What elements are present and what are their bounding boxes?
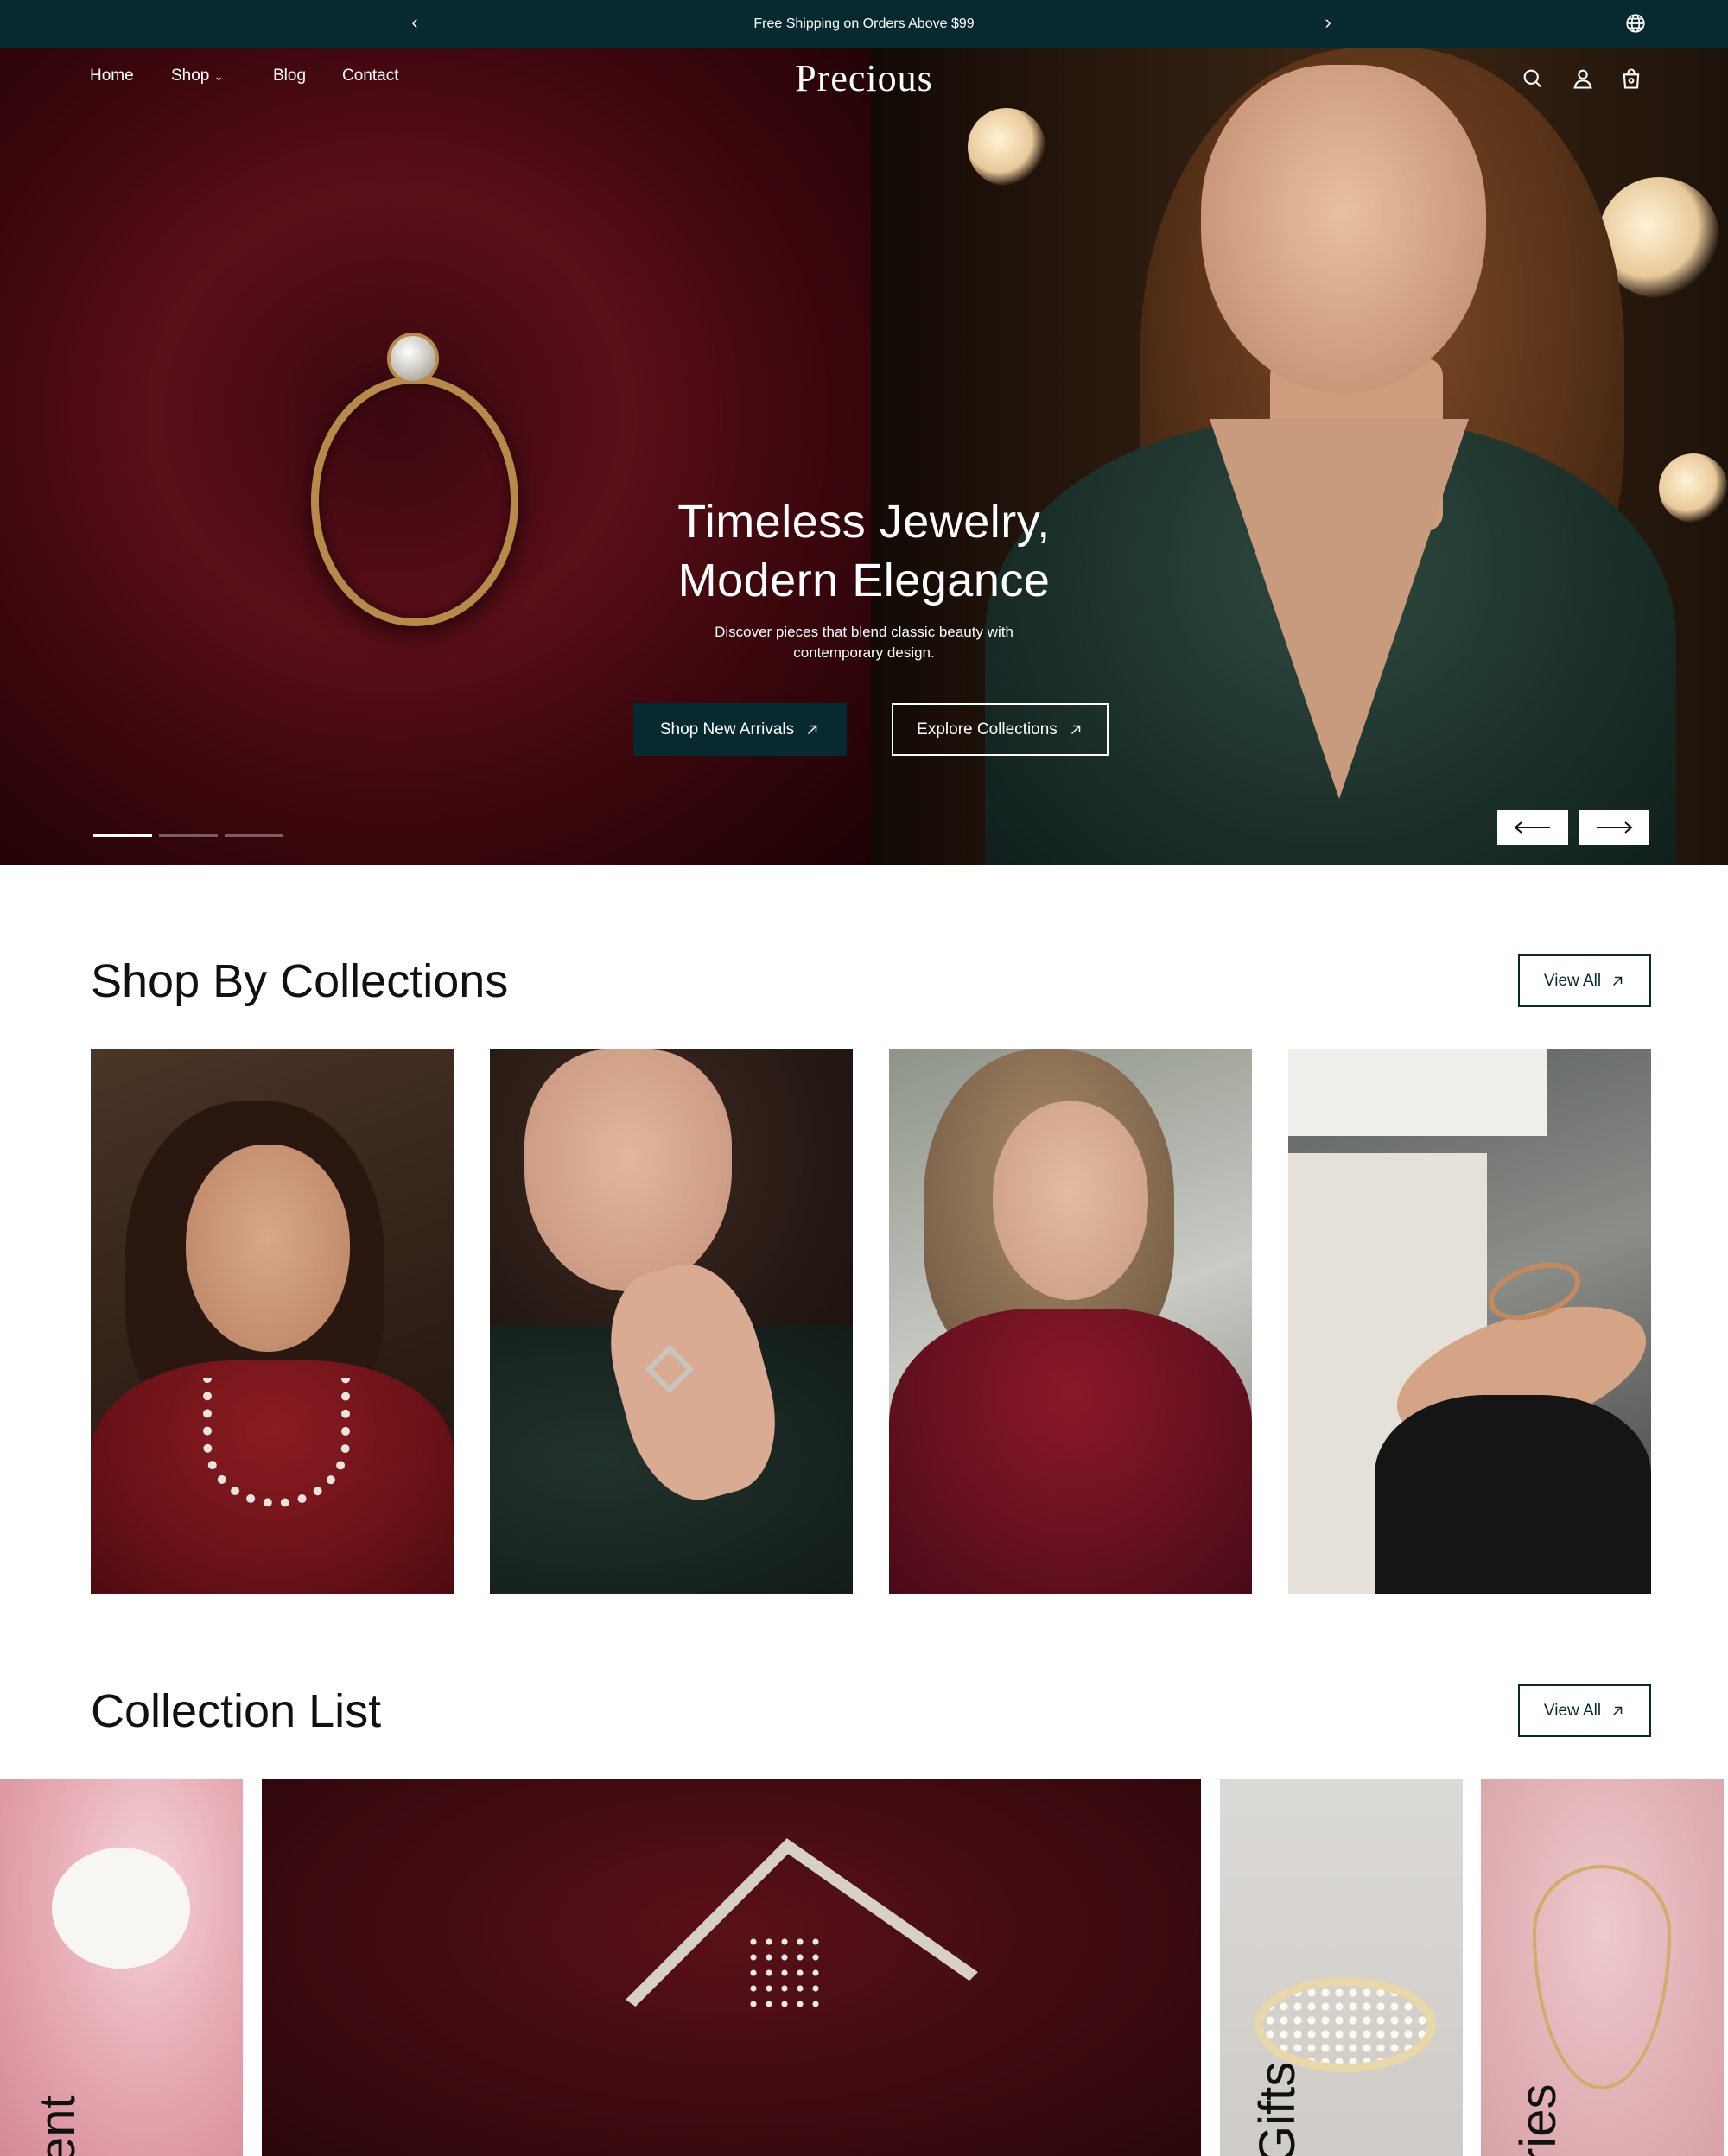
announcement-text: Free Shipping on Orders Above $99 (753, 16, 975, 31)
arrow-up-right-icon (1613, 976, 1623, 986)
slide-next-button[interactable] (1579, 810, 1649, 845)
hero-copy: Timeless Jewelry, Modern Elegance Discov… (0, 492, 1728, 663)
collection-card-rings[interactable] (490, 1049, 853, 1594)
hero-banner (0, 48, 1728, 865)
collection-list-title: Collection List (91, 1685, 382, 1737)
slide-prev-button[interactable] (1497, 810, 1568, 845)
view-all-label: View All (1543, 971, 1602, 990)
chevron-right-icon[interactable]: › (1315, 0, 1341, 45)
site-logo[interactable]: Precious (0, 56, 1728, 100)
collection-list-item-2-featured[interactable] (262, 1779, 1201, 2156)
slide-indicator-3[interactable] (225, 834, 283, 837)
necklace-shape (203, 1378, 350, 1507)
shop-new-arrivals-button[interactable]: Shop New Arrivals (633, 703, 847, 756)
arrow-left-icon (1514, 821, 1550, 834)
gift-shape (52, 1848, 190, 1969)
arrow-up-right-icon (1070, 725, 1081, 734)
collection-card-necklace[interactable] (91, 1049, 454, 1594)
collection-list-item-4[interactable]: ries (1481, 1779, 1724, 2156)
top-shape (1288, 1049, 1547, 1136)
collections-title: Shop By Collections (91, 955, 509, 1007)
announcement-bar: ‹ Free Shipping on Orders Above $99 › (0, 0, 1728, 48)
ring-shape (1255, 1977, 1436, 2072)
necklace-shape (1533, 1865, 1671, 2089)
slide-indicator-1[interactable] (93, 834, 152, 837)
explore-collections-button[interactable]: Explore Collections (892, 703, 1109, 756)
arrow-right-icon (1597, 821, 1633, 834)
woman-face (1201, 65, 1486, 393)
hero-subtitle: Discover pieces that blend classic beaut… (0, 622, 1728, 663)
collection-list-item-3[interactable]: Gifts (1220, 1779, 1463, 2156)
hero-title-line-2: Modern Elegance (677, 555, 1051, 606)
cloth-shape (1375, 1395, 1651, 1594)
collection-list-label-3: Gifts (1249, 2061, 1306, 2156)
collection-list-label-4: ries (1510, 2083, 1566, 2156)
main-nav: Home Shop ⌄ Blog Contact Precious (0, 48, 1728, 111)
shop-new-arrivals-label: Shop New Arrivals (659, 720, 795, 739)
diamond-cluster-shape (746, 1934, 823, 2012)
account-icon[interactable] (1571, 67, 1595, 91)
face-shape (524, 1049, 732, 1291)
hero-subtitle-line-1: Discover pieces that blend classic beaut… (715, 624, 1013, 640)
hero-subtitle-line-2: contemporary design. (793, 644, 935, 661)
diamond-shape (387, 333, 439, 384)
collections-view-all-button[interactable]: View All (1518, 954, 1651, 1007)
globe-icon[interactable] (1624, 12, 1647, 35)
search-icon[interactable] (1521, 67, 1545, 91)
dress-shape (889, 1309, 1252, 1594)
collection-card-bracelets[interactable] (1288, 1049, 1651, 1594)
collection-list-view-all-button[interactable]: View All (1518, 1684, 1651, 1737)
collection-list-label-1: ent (29, 2095, 86, 2156)
hero-title-line-1: Timeless Jewelry, (677, 496, 1051, 548)
explore-collections-label: Explore Collections (917, 720, 1058, 739)
slide-indicator-2[interactable] (159, 834, 218, 837)
arrow-up-right-icon (808, 725, 817, 734)
collection-card-earrings[interactable] (889, 1049, 1252, 1594)
collection-list-item-1[interactable]: ent (0, 1779, 243, 2156)
face-shape (186, 1145, 350, 1352)
lamp-light (968, 108, 1045, 186)
face-shape (993, 1101, 1148, 1300)
cart-icon[interactable] (1619, 67, 1643, 91)
view-all-label: View All (1543, 1701, 1602, 1720)
hero-title: Timeless Jewelry, Modern Elegance (0, 492, 1728, 610)
arrow-up-right-icon (1613, 1706, 1623, 1715)
